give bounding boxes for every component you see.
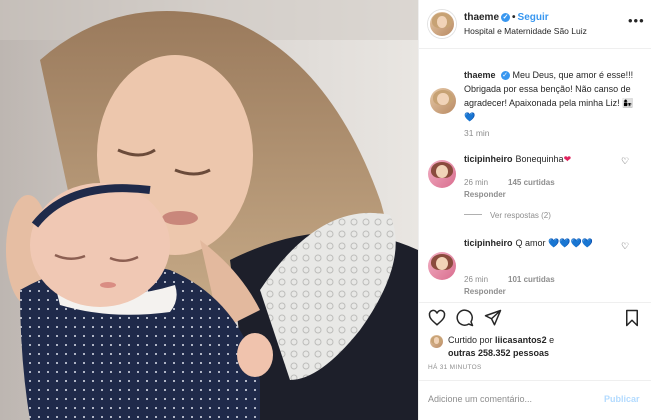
- author-avatar[interactable]: [428, 10, 456, 38]
- likes-prefix: Curtido por: [448, 335, 493, 345]
- heart-icon[interactable]: [428, 309, 446, 327]
- share-icon[interactable]: [484, 309, 502, 327]
- comment-likes-count[interactable]: 145 curtidas: [508, 178, 555, 187]
- caption-time[interactable]: 31 min: [464, 128, 490, 138]
- likes-summary: Curtido por liicasantos2 e outras 258.35…: [448, 334, 554, 360]
- post-caption: thaeme ✓ Meu Deus, que amor é esse!!! Obri…: [464, 68, 639, 124]
- post-location[interactable]: Hospital e Maternidade São Luiz: [464, 26, 587, 36]
- mother-and-baby-photo: [0, 0, 418, 420]
- comment-reply-button[interactable]: Responder: [464, 287, 506, 296]
- header-divider: [419, 48, 651, 49]
- follow-button[interactable]: Seguir: [518, 12, 549, 23]
- more-options-icon[interactable]: •••: [628, 13, 645, 28]
- view-replies-link[interactable]: Ver respostas (2): [464, 211, 551, 220]
- post-photo[interactable]: [0, 0, 418, 420]
- comment-time[interactable]: 26 min: [464, 178, 488, 187]
- verified-icon: ✓: [501, 13, 511, 22]
- liker-avatar[interactable]: [430, 335, 443, 348]
- likes-count-link[interactable]: outras 258.352 pessoas: [448, 348, 549, 358]
- comment-input[interactable]: Adicione um comentário...: [428, 394, 532, 404]
- actions-divider: [419, 302, 651, 303]
- comment-reply-button[interactable]: Responder: [464, 190, 506, 199]
- comment-username[interactable]: ticipinheiro: [464, 154, 513, 164]
- comment-like-heart-icon[interactable]: ♡: [621, 156, 629, 167]
- comment-item: ticipinheiro Bonequinha❤: [464, 153, 619, 166]
- comment-text: Bonequinha: [515, 154, 564, 164]
- comment-like-heart-icon[interactable]: ♡: [621, 241, 629, 252]
- commenter-avatar[interactable]: [428, 160, 456, 188]
- comment-username[interactable]: ticipinheiro: [464, 238, 513, 248]
- comment-icon[interactable]: [456, 309, 474, 327]
- verified-icon: ✓: [500, 71, 510, 80]
- post-timestamp[interactable]: HÁ 31 MINUTOS: [428, 364, 482, 371]
- post-action-bar: [428, 309, 643, 329]
- caption-username[interactable]: thaeme: [464, 70, 496, 80]
- comment-emoji: 💙💙💙💙: [548, 238, 593, 248]
- comment-item: ticipinheiro Q amor 💙💙💙💙: [464, 237, 619, 250]
- post-header: thaeme ✓ • Seguir: [464, 12, 549, 23]
- likes-connector: e: [549, 335, 555, 345]
- comment-likes-count[interactable]: 101 curtidas: [508, 275, 555, 284]
- caption-author-avatar[interactable]: [430, 88, 456, 114]
- liker-username[interactable]: liicasantos2: [495, 335, 547, 345]
- replies-line: [464, 214, 482, 215]
- comment-time[interactable]: 26 min: [464, 275, 488, 284]
- commenter-avatar[interactable]: [428, 252, 456, 280]
- comment-emoji: ❤: [563, 154, 572, 164]
- author-username[interactable]: thaeme: [464, 12, 499, 23]
- comment-box-divider: [419, 380, 651, 381]
- publish-button[interactable]: Publicar: [604, 394, 640, 404]
- bookmark-icon[interactable]: [624, 309, 640, 327]
- comment-text: Q amor: [515, 238, 546, 248]
- separator-dot: •: [512, 12, 516, 23]
